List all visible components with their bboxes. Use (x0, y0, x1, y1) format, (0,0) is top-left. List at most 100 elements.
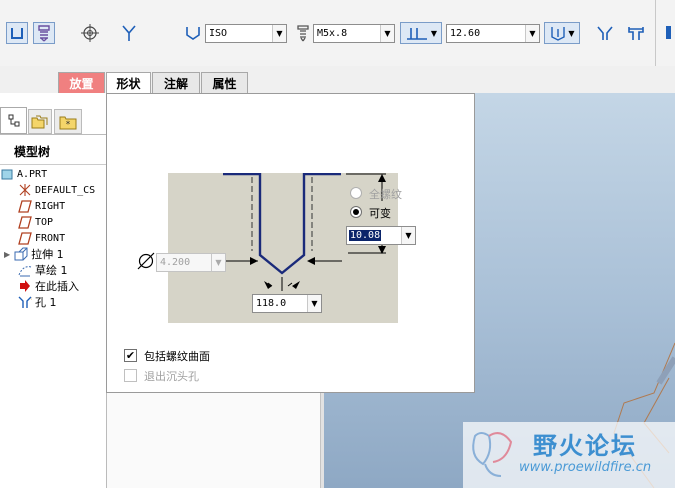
svg-text:*: * (31, 296, 32, 304)
screw-icon (297, 25, 309, 42)
insert-arrow-icon (18, 279, 32, 293)
simple-hole-icon (11, 28, 23, 39)
sketch-icon (18, 263, 32, 277)
chevron-down-icon: ▼ (307, 295, 321, 312)
drill-profile-button[interactable] (118, 22, 140, 44)
exit-countersink-label: 退出沉头孔 (144, 370, 199, 383)
diameter-select[interactable]: 4.200 ▼ (156, 253, 226, 272)
header-divider (0, 164, 107, 165)
tree-item-insert-here[interactable]: 在此插入 (18, 278, 79, 294)
depth-blind-icon (406, 28, 427, 40)
screw-size-value: M5x.8 (317, 28, 348, 39)
diameter-value: 4.200 (160, 257, 191, 268)
tree-item-label: 在此插入 (35, 280, 79, 293)
forum-watermark: 野火论坛 www.proewildfire.cn (463, 422, 675, 488)
tree-item-label: TOP (35, 216, 54, 228)
screw-size-select[interactable]: M5x.8 ▼ (313, 24, 395, 43)
sketch-hole-button[interactable] (79, 22, 101, 44)
chevron-down-icon: ▼ (568, 28, 575, 38)
depth-value: 12.60 (450, 28, 481, 39)
panel-header: 模型树 (14, 145, 51, 159)
countersink-button[interactable] (594, 22, 616, 44)
hole-feature-icon: * (18, 295, 32, 309)
variable-thread-radio[interactable] (350, 206, 362, 218)
butterfly-logo-icon (472, 432, 513, 477)
tree-item-extrude[interactable]: ▶ 拉伸 1 (4, 246, 64, 262)
tree-item-default-cs[interactable]: DEFAULT_CS (18, 182, 95, 198)
thread-standard-value: ISO (209, 28, 228, 39)
thread-depth-value: 10.08 (349, 230, 382, 241)
tree-item-right-plane[interactable]: RIGHT (18, 198, 65, 214)
screw-size-icon-button[interactable] (292, 22, 314, 44)
drill-icon (122, 25, 136, 41)
svg-text:*: * (66, 120, 71, 130)
chevron-down-icon: ▼ (430, 28, 438, 38)
thread-depth-icon (551, 27, 566, 41)
simple-hole-button[interactable] (6, 22, 28, 44)
target-icon (81, 24, 99, 42)
chevron-down-icon: ▼ (525, 25, 539, 42)
dashboard-toolbar: ISO ▼ M5x.8 ▼ ▼ 12.60 ▼ ▼ (0, 0, 675, 66)
tab-model-tree[interactable] (0, 107, 27, 134)
datum-plane-icon (18, 199, 32, 213)
folders-icon (31, 115, 48, 128)
tree-item-label: FRONT (35, 232, 66, 244)
exit-countersink-checkbox[interactable] (124, 369, 137, 382)
tree-item-hole[interactable]: * 孔 1 (18, 294, 57, 310)
tab-properties[interactable]: 属性 (201, 72, 248, 93)
thread-depth-value-wrap: 10.08 (347, 230, 401, 241)
depth-value-select[interactable]: 12.60 ▼ (446, 24, 540, 43)
tree-item-label: A.PRT (17, 168, 48, 180)
datum-plane-icon (18, 231, 32, 245)
tree-hierarchy-icon (8, 114, 19, 126)
drill-angle-select[interactable]: 118.0 ▼ (252, 294, 322, 313)
full-thread-radio[interactable] (350, 187, 362, 199)
datum-plane-icon (18, 215, 32, 229)
chevron-down-icon: ▼ (272, 25, 286, 42)
include-thread-surface-label: 包括螺纹曲面 (144, 350, 210, 363)
countersink-icon (597, 26, 613, 40)
tab-folder-browser[interactable] (28, 109, 52, 134)
variable-thread-label: 可变 (369, 207, 391, 220)
tree-item-label: 草绘 1 (35, 264, 68, 277)
tab-shape[interactable]: 形状 (106, 72, 151, 94)
tree-item-label: 孔 1 (35, 296, 57, 309)
watermark-url: www.proewildfire.cn (519, 460, 652, 475)
thread-standard-icon (186, 27, 200, 40)
drill-angle-value: 118.0 (256, 298, 287, 309)
part-icon (0, 167, 14, 181)
thread-depth-select[interactable]: 10.08 ▼ (346, 226, 416, 245)
watermark-title: 野火论坛 (533, 432, 637, 460)
panel-divider (0, 134, 107, 135)
tab-notes[interactable]: 注解 (152, 72, 200, 93)
tree-item-top-plane[interactable]: TOP (18, 214, 53, 230)
tree-item-label: 拉伸 1 (31, 248, 64, 261)
extrude-icon (14, 247, 28, 261)
pause-icon[interactable] (666, 26, 671, 39)
standard-hole-button[interactable] (33, 22, 55, 44)
chevron-down-icon: ▼ (401, 227, 415, 244)
chevron-down-icon: ▼ (380, 25, 394, 42)
toolbar-divider (655, 0, 656, 66)
counterbore-icon (628, 27, 644, 40)
tab-placement[interactable]: 放置 (58, 72, 105, 93)
thread-standard-select[interactable]: ISO ▼ (205, 24, 287, 43)
tree-item-label: DEFAULT_CS (35, 184, 96, 196)
favorites-folder-icon: * (59, 116, 77, 130)
tree-item-front-plane[interactable]: FRONT (18, 230, 65, 246)
threaded-hole-icon (38, 25, 50, 42)
tree-item-part[interactable]: A.PRT (0, 166, 47, 182)
counterbore-button[interactable] (625, 22, 647, 44)
full-thread-label: 全螺纹 (369, 188, 402, 201)
tab-favorites[interactable]: * (54, 109, 82, 134)
standard-icon-button[interactable] (183, 22, 205, 44)
depth-option-button[interactable]: ▼ (400, 22, 442, 44)
coordinate-system-icon (18, 183, 32, 197)
chevron-down-icon: ▼ (211, 254, 225, 271)
thread-depth-option-button[interactable]: ▼ (544, 22, 580, 44)
tree-item-label: RIGHT (35, 200, 66, 212)
expand-arrow-icon[interactable]: ▶ (4, 250, 10, 259)
tree-item-sketch[interactable]: 草绘 1 (18, 262, 68, 278)
include-thread-surface-checkbox[interactable]: ✔ (124, 349, 137, 362)
diameter-icon (136, 251, 156, 274)
